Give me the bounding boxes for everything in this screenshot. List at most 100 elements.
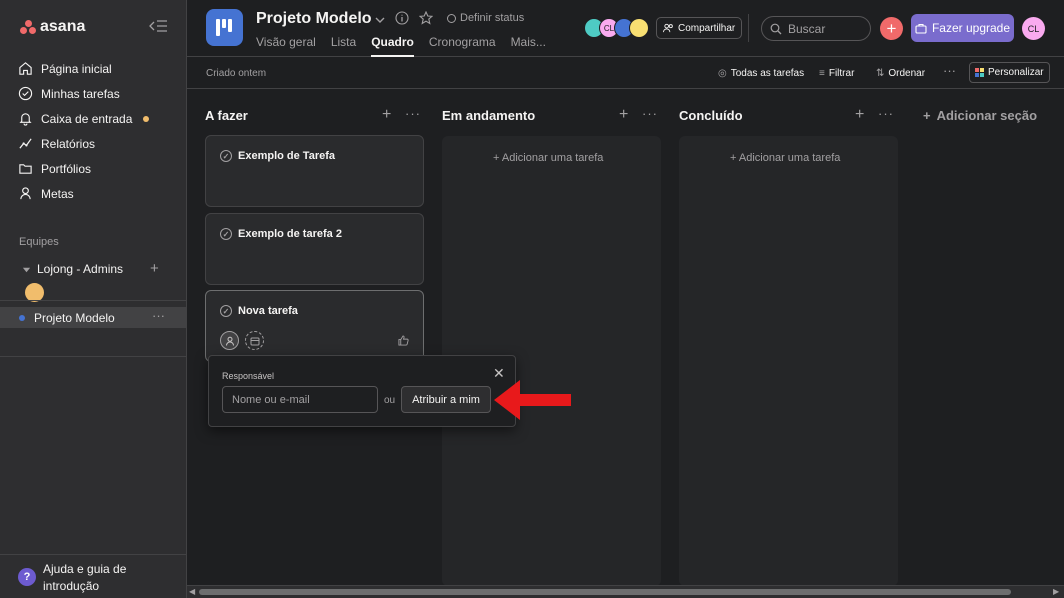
asana-logo-icon	[20, 20, 36, 34]
complete-task-icon[interactable]: ✓	[220, 150, 232, 162]
scroll-right-icon[interactable]: ▶	[1053, 587, 1059, 596]
like-icon[interactable]	[398, 335, 409, 349]
due-date-icon[interactable]	[245, 331, 264, 350]
complete-task-icon[interactable]: ✓	[220, 228, 232, 240]
add-section-button[interactable]: + Adicionar seção	[923, 108, 1037, 123]
column-title-in-progress[interactable]: Em andamento	[442, 108, 535, 123]
task-card[interactable]: ✓ Exemplo de tarefa 2	[205, 213, 424, 285]
task-title: Nova tarefa	[238, 305, 298, 317]
add-section-label: Adicionar seção	[936, 108, 1038, 123]
project-title[interactable]: Projeto Modelo	[256, 10, 372, 28]
search-icon	[770, 23, 782, 34]
personalize-label: Personalizar	[988, 67, 1044, 78]
user-avatar[interactable]: CL	[1022, 17, 1045, 40]
horizontal-scrollbar[interactable]: ◀ ▶	[187, 585, 1064, 598]
teams-heading: Equipes	[19, 236, 59, 248]
task-title: Exemplo de tarefa 2	[238, 228, 342, 240]
sidebar-divider	[0, 300, 187, 301]
person-icon	[20, 187, 31, 200]
add-team-project-icon[interactable]: +	[150, 260, 159, 277]
column-more-icon[interactable]: ···	[405, 106, 421, 121]
sidebar-project-item[interactable]: Projeto Modelo ···	[0, 307, 187, 328]
member-avatar	[629, 18, 649, 38]
nav-home-label: Página inicial	[41, 61, 112, 76]
sidebar-project-label: Projeto Modelo	[34, 310, 115, 325]
add-task-button[interactable]: + Adicionar uma tarefa	[730, 152, 840, 164]
assignee-icon[interactable]	[220, 331, 239, 350]
project-more-icon[interactable]: ···	[152, 308, 165, 323]
nav-inbox-label: Caixa de entrada	[41, 111, 133, 126]
info-icon[interactable]	[395, 11, 409, 28]
assignee-label: Responsável	[222, 371, 275, 381]
sort-button[interactable]: ⇅ Ordenar	[876, 68, 925, 79]
add-task-plus-icon[interactable]: +	[382, 106, 391, 124]
inbox-notification-dot	[143, 115, 150, 122]
upgrade-button[interactable]: Fazer upgrade	[911, 14, 1014, 42]
add-task-plus-icon[interactable]: +	[619, 106, 628, 124]
set-status-button[interactable]: Definir status	[447, 12, 524, 24]
tab-board[interactable]: Quadro	[371, 35, 414, 57]
asana-logo[interactable]: asana	[20, 18, 85, 36]
help-label-1: Ajuda e guia de	[43, 562, 127, 576]
search-input[interactable]: Buscar	[761, 16, 871, 41]
nav-reports[interactable]: Relatórios	[18, 136, 95, 151]
project-members[interactable]: CL	[584, 18, 649, 38]
sort-label: Ordenar	[888, 68, 926, 79]
complete-task-icon[interactable]: ✓	[220, 305, 232, 317]
header-divider	[748, 14, 749, 42]
or-label: ou	[384, 395, 396, 406]
tab-more[interactable]: Mais...	[511, 35, 546, 57]
project-tabs: Visão geral Lista Quadro Cronograma Mais…	[256, 35, 546, 57]
search-placeholder: Buscar	[788, 21, 826, 36]
tab-overview[interactable]: Visão geral	[256, 35, 316, 57]
nav-goals-label: Metas	[41, 186, 74, 201]
personalize-button[interactable]: Personalizar	[969, 62, 1050, 83]
project-color-dot	[19, 314, 25, 321]
share-label: Compartilhar	[678, 22, 736, 34]
star-icon[interactable]	[418, 10, 434, 28]
add-task-plus-icon[interactable]: +	[855, 106, 864, 124]
more-options-icon[interactable]: ···	[943, 63, 956, 78]
task-card[interactable]: ✓ Nova tarefa	[205, 290, 424, 362]
column-more-icon[interactable]: ···	[878, 106, 894, 121]
assignee-popover: Responsável ✕ ou Atribuir a mim	[208, 355, 516, 427]
sidebar: asana Página inicial Minhas tarefas Caix…	[0, 0, 187, 598]
check-circle-icon	[18, 86, 33, 101]
column-more-icon[interactable]: ···	[642, 106, 658, 121]
task-title: Exemplo de Tarefa	[238, 150, 335, 162]
annotation-arrow-icon	[494, 380, 571, 420]
home-icon	[19, 62, 32, 75]
folder-icon	[19, 164, 32, 174]
nav-my-tasks[interactable]: Minhas tarefas	[18, 86, 120, 101]
team-name: Lojong - Admins	[37, 262, 124, 276]
scroll-left-icon[interactable]: ◀	[189, 587, 195, 596]
column-title-done[interactable]: Concluído	[679, 108, 743, 123]
column-title-todo[interactable]: A fazer	[205, 108, 248, 123]
chevron-down-icon[interactable]	[375, 13, 385, 27]
tab-timeline[interactable]: Cronograma	[429, 35, 496, 57]
all-tasks-button[interactable]: ◎ Todas as tarefas	[718, 68, 804, 79]
task-card[interactable]: ✓ Exemplo de Tarefa	[205, 135, 424, 207]
filter-icon: ≡	[819, 68, 825, 79]
create-button[interactable]: +	[880, 17, 903, 40]
nav-home[interactable]: Página inicial	[18, 61, 112, 76]
add-task-button[interactable]: + Adicionar uma tarefa	[493, 152, 603, 164]
help-button[interactable]: ? Ajuda e guia de introdução	[18, 561, 126, 595]
assign-to-me-button[interactable]: Atribuir a mim	[401, 386, 491, 413]
nav-reports-label: Relatórios	[41, 136, 96, 151]
share-button[interactable]: Compartilhar	[656, 17, 743, 39]
nav-inbox[interactable]: Caixa de entrada	[18, 111, 150, 126]
chart-line-icon	[19, 138, 32, 149]
assignee-input[interactable]	[222, 386, 378, 413]
board-project-icon	[206, 9, 243, 46]
caret-down-icon	[22, 267, 31, 272]
tab-list[interactable]: Lista	[331, 35, 356, 57]
filter-button[interactable]: ≡ Filtrar	[819, 68, 854, 79]
help-label-2: introdução	[43, 579, 100, 593]
plus-icon: +	[923, 108, 931, 123]
collapse-sidebar-icon[interactable]	[148, 18, 170, 36]
nav-portfolios[interactable]: Portfólios	[18, 161, 91, 176]
scrollbar-thumb[interactable]	[199, 589, 1011, 595]
people-icon	[663, 23, 673, 33]
nav-goals[interactable]: Metas	[18, 186, 74, 201]
